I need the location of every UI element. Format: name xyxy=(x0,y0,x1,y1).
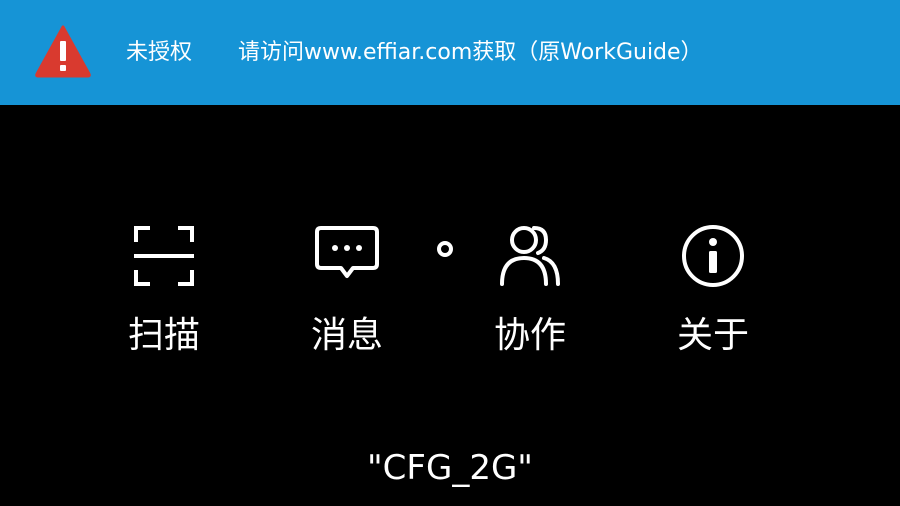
message-label: 消息 xyxy=(310,315,383,356)
info-icon xyxy=(682,225,744,287)
status-dot-icon xyxy=(437,241,453,257)
scan-button[interactable]: 扫描 xyxy=(94,218,234,368)
users-icon xyxy=(500,226,560,286)
warning-triangle-icon xyxy=(35,25,91,78)
unauthorized-banner: 未授权 请访问www.effiar.com获取（原WorkGuide） xyxy=(0,0,900,105)
collaborate-button[interactable]: 协作 xyxy=(460,218,600,368)
message-button[interactable]: 消息 xyxy=(277,218,417,368)
message-bubble-icon xyxy=(315,226,379,278)
about-button[interactable]: 关于 xyxy=(643,218,783,368)
network-ssid: "CFG_2G" xyxy=(367,448,533,488)
license-info-link[interactable]: 请访问www.effiar.com获取（原WorkGuide） xyxy=(238,38,703,68)
scan-label: 扫描 xyxy=(127,315,200,356)
scan-frame-icon xyxy=(134,226,194,286)
collaborate-label: 协作 xyxy=(493,315,566,356)
about-label: 关于 xyxy=(676,315,749,356)
license-status-label: 未授权 xyxy=(126,40,193,65)
